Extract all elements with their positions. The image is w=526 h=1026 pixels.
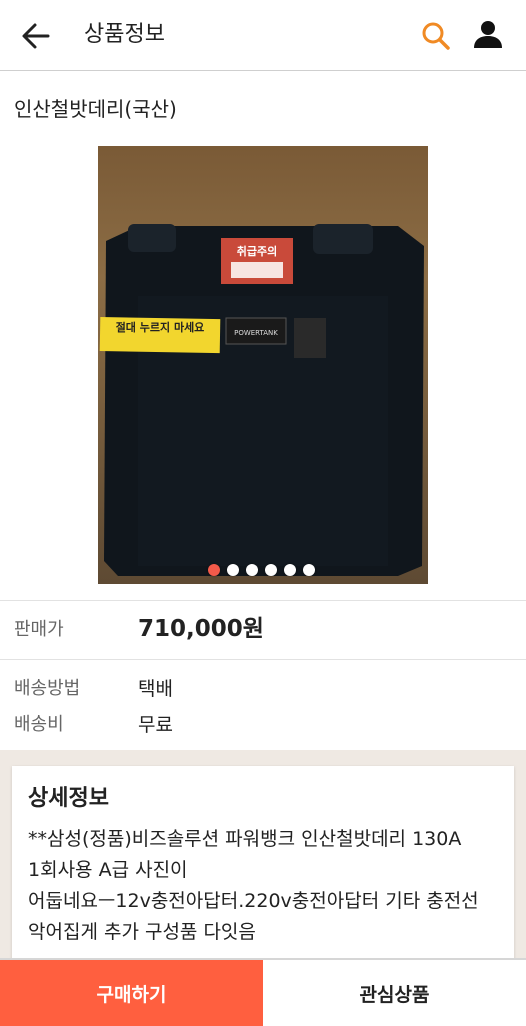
divider xyxy=(0,659,526,660)
gallery-dot-2[interactable] xyxy=(227,564,239,576)
wishlist-button[interactable]: 관심상품 xyxy=(263,960,526,1026)
shipping-fee-label: 배송비 xyxy=(14,714,64,735)
detail-description: **삼성(정품)비즈솔루션 파워뱅크 인산철밧데리 130A 1회사용 A급 사… xyxy=(28,828,479,943)
shipping-method-label: 배송방법 xyxy=(14,678,81,699)
detail-title: 상세정보 xyxy=(28,786,109,811)
gallery-dot-5[interactable] xyxy=(284,564,296,576)
product-image-gallery[interactable]: 취급주의 절대 누르지 마세요 POWERTANK xyxy=(0,146,526,586)
product-name: 인산철밧데리(국산) xyxy=(14,97,177,121)
gallery-dot-6[interactable] xyxy=(303,564,315,576)
divider xyxy=(0,600,526,601)
product-photo[interactable]: 취급주의 절대 누르지 마세요 POWERTANK xyxy=(98,146,428,584)
page-title: 상품정보 xyxy=(84,22,165,47)
price-value: 710,000원 xyxy=(138,616,264,642)
back-button[interactable] xyxy=(18,18,54,54)
price-label: 판매가 xyxy=(14,619,64,640)
gallery-prev-button[interactable] xyxy=(50,352,74,388)
chevron-right-icon xyxy=(457,355,472,385)
gallery-pagination xyxy=(208,564,315,578)
detail-card: 상세정보 **삼성(정품)비즈솔루션 파워뱅크 인산철밧데리 130A 1회사용… xyxy=(12,766,514,966)
shipping-fee-value: 무료 xyxy=(138,714,173,736)
app-header: 상품정보 xyxy=(0,0,526,71)
user-button[interactable] xyxy=(470,16,506,52)
battery-photo-illustration: 취급주의 절대 누르지 마세요 POWERTANK xyxy=(98,146,428,584)
gallery-next-button[interactable] xyxy=(452,352,476,388)
gallery-dot-3[interactable] xyxy=(246,564,258,576)
shipping-method-value: 택배 xyxy=(138,678,173,700)
search-icon xyxy=(422,22,450,50)
user-icon xyxy=(474,21,502,48)
sticker-do-not-press: 절대 누르지 마세요 xyxy=(116,320,205,334)
arrow-left-icon xyxy=(22,23,50,49)
buy-button[interactable]: 구매하기 xyxy=(0,960,263,1026)
chevron-left-icon xyxy=(54,355,69,385)
sticker-handle-with-care: 취급주의 xyxy=(237,244,277,258)
gallery-dot-1[interactable] xyxy=(208,564,220,576)
bottom-action-bar: 구매하기 관심상품 xyxy=(0,958,526,1026)
brand-sticker-text: POWERTANK xyxy=(234,329,278,337)
gallery-dot-4[interactable] xyxy=(265,564,277,576)
search-button[interactable] xyxy=(418,18,454,54)
